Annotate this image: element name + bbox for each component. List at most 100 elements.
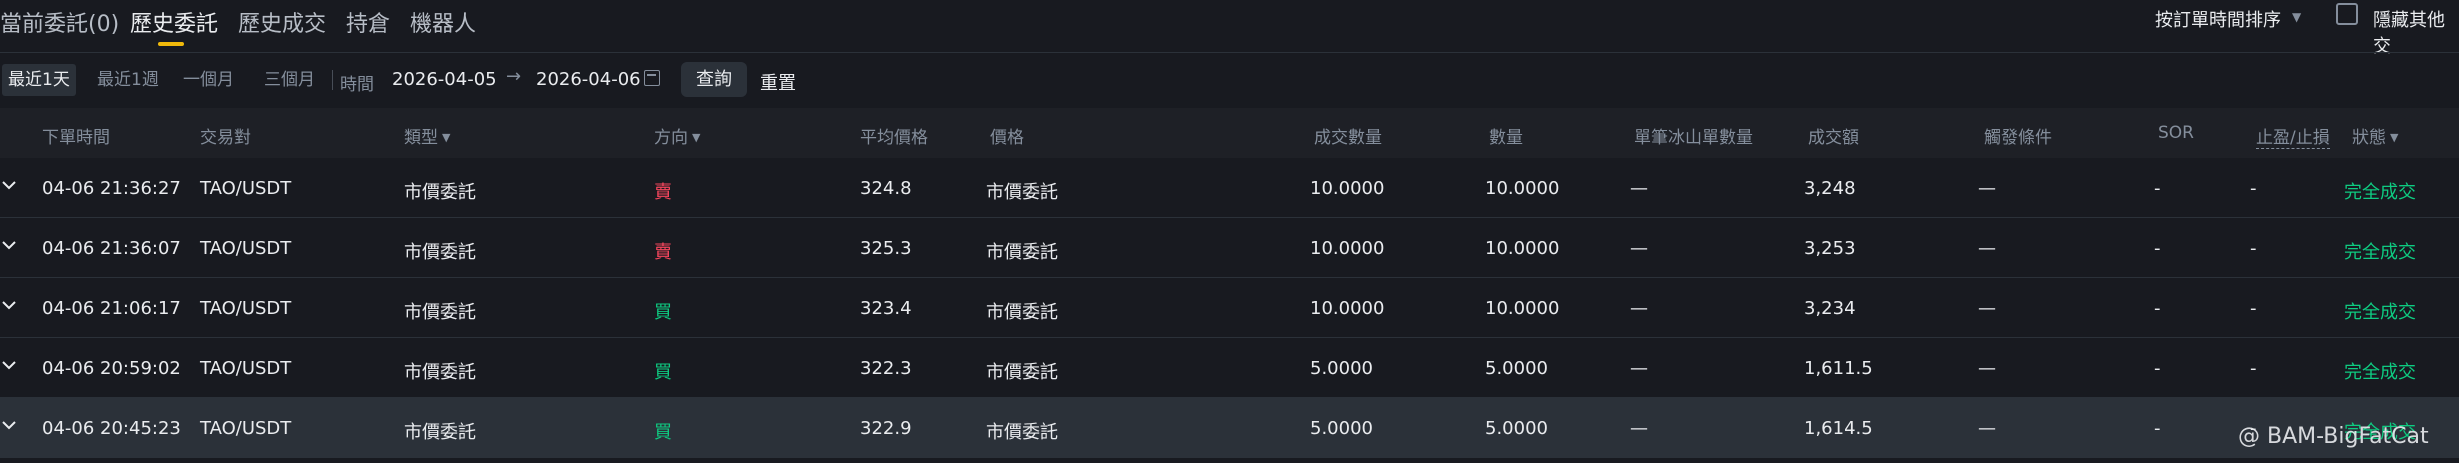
cell-amount: 5.0000 [1485, 418, 1548, 439]
cell-filled: 10.0000 [1310, 178, 1385, 199]
col-sor: SOR [2158, 123, 2194, 143]
chevron-down-icon[interactable] [0, 416, 18, 434]
cell-tpsl: - [2250, 358, 2257, 379]
cell-pair: TAO/USDT [200, 238, 292, 259]
cell-price: 市價委託 [986, 242, 1058, 263]
col-type[interactable]: 類型 ▼ [404, 123, 450, 148]
tab-open-orders[interactable]: 當前委託(0) [0, 6, 119, 38]
cell-avg-price: 322.9 [860, 418, 912, 439]
tab-order-history[interactable]: 歷史委託 [130, 6, 218, 38]
cell-type: 市價委託 [404, 422, 476, 443]
cell-amount: 5.0000 [1485, 358, 1548, 379]
cell-filled: 5.0000 [1310, 418, 1373, 439]
range-1m-button[interactable]: 一個月 [183, 64, 234, 96]
query-button[interactable]: 查詢 [681, 62, 747, 97]
cell-time: 04-06 20:59:02 [42, 358, 181, 379]
cell-status: 完全成交 [2344, 302, 2416, 323]
chevron-down-icon[interactable] [0, 176, 18, 194]
range-1w-button[interactable]: 最近1週 [97, 64, 159, 96]
cell-total: 3,234 [1804, 298, 1856, 319]
cell-price: 市價委託 [986, 362, 1058, 383]
col-total: 成交額 [1808, 128, 1859, 148]
cell-price: 市價委託 [986, 182, 1058, 203]
cell-sor: - [2154, 298, 2161, 319]
cell-side: 賣 [654, 242, 672, 263]
cell-filled: 5.0000 [1310, 358, 1373, 379]
cell-status: 完全成交 [2344, 182, 2416, 203]
table-row: 04-06 21:36:27 TAO/USDT 市價委託 賣 324.8 市價委… [0, 158, 2459, 218]
range-3m-button[interactable]: 三個月 [264, 64, 315, 96]
sort-select[interactable]: 按訂單時間排序 [2155, 6, 2281, 32]
cell-type: 市價委託 [404, 242, 476, 263]
cell-avg-price: 324.8 [860, 178, 912, 199]
cell-iceberg: — [1630, 178, 1648, 199]
cell-total: 1,614.5 [1804, 418, 1873, 439]
cell-amount: 10.0000 [1485, 298, 1560, 319]
col-avg-price: 平均價格 [860, 128, 928, 148]
table-row: 04-06 20:59:02 TAO/USDT 市價委託 買 322.3 市價委… [0, 338, 2459, 398]
cell-iceberg: — [1630, 418, 1648, 439]
cell-time: 04-06 21:06:17 [42, 298, 181, 319]
cell-sor: - [2154, 358, 2161, 379]
arrow-right-icon: → [506, 66, 522, 87]
col-type-label: 類型 [404, 128, 438, 148]
cell-sor: - [2154, 238, 2161, 259]
chevron-down-icon[interactable] [0, 236, 18, 254]
cell-side: 買 [654, 422, 672, 443]
hide-others-checkbox[interactable] [2336, 3, 2358, 25]
col-status[interactable]: 狀態 ▼ [2352, 123, 2398, 148]
chevron-down-icon[interactable] [0, 356, 18, 374]
start-date-input[interactable]: 2026-04-05 [392, 69, 497, 90]
cell-total: 3,248 [1804, 178, 1856, 199]
cell-iceberg: — [1630, 238, 1648, 259]
col-trigger: 觸發條件 [1984, 128, 2052, 148]
tab-trade-history[interactable]: 歷史成交 [238, 6, 326, 38]
calendar-icon[interactable] [644, 70, 660, 86]
active-tab-indicator [158, 42, 184, 46]
cell-trigger: — [1978, 418, 1996, 439]
col-price: 價格 [990, 128, 1024, 148]
col-tpsl: 止盈/止損 [2256, 123, 2330, 149]
end-date-input[interactable]: 2026-04-06 [536, 69, 641, 90]
cell-avg-price: 323.4 [860, 298, 912, 319]
cell-avg-price: 322.3 [860, 358, 912, 379]
cell-trigger: — [1978, 238, 1996, 259]
table-row: 04-06 21:06:17 TAO/USDT 市價委託 買 323.4 市價委… [0, 278, 2459, 338]
table-row: 04-06 21:36:07 TAO/USDT 市價委託 賣 325.3 市價委… [0, 218, 2459, 278]
caret-down-icon[interactable]: ▼ [442, 131, 450, 144]
cell-time: 04-06 20:45:23 [42, 418, 181, 439]
cell-iceberg: — [1630, 358, 1648, 379]
cell-time: 04-06 21:36:27 [42, 178, 181, 199]
range-1d-button[interactable]: 最近1天 [2, 64, 76, 96]
cell-sor: - [2154, 418, 2161, 439]
col-pair: 交易對 [200, 128, 251, 148]
cell-sor: - [2154, 178, 2161, 199]
col-amount: 數量 [1489, 128, 1523, 148]
cell-avg-price: 325.3 [860, 238, 912, 259]
tab-bots[interactable]: 機器人 [410, 6, 476, 38]
caret-down-icon[interactable]: ▼ [692, 131, 700, 144]
cell-side: 買 [654, 362, 672, 383]
cell-price: 市價委託 [986, 302, 1058, 323]
col-iceberg: 單筆冰山單數量 [1634, 128, 1753, 148]
col-filled: 成交數量 [1314, 128, 1382, 148]
cell-type: 市價委託 [404, 362, 476, 383]
cell-tpsl: - [2250, 178, 2257, 199]
chevron-down-icon[interactable] [0, 296, 18, 314]
cell-amount: 10.0000 [1485, 238, 1560, 259]
tab-positions[interactable]: 持倉 [346, 6, 390, 38]
caret-down-icon[interactable]: ▼ [2390, 131, 2398, 144]
cell-price: 市價委託 [986, 422, 1058, 443]
cell-pair: TAO/USDT [200, 178, 292, 199]
cell-pair: TAO/USDT [200, 298, 292, 319]
cell-status: 完全成交 [2344, 242, 2416, 263]
separator [332, 70, 333, 90]
cell-filled: 10.0000 [1310, 238, 1385, 259]
caret-down-icon[interactable]: ▼ [2292, 10, 2301, 24]
divider [0, 52, 2459, 53]
reset-button[interactable]: 重置 [760, 69, 796, 95]
hide-others-label: 隱藏其他交 [2373, 10, 2445, 57]
col-side[interactable]: 方向 ▼ [654, 123, 700, 148]
table-header [0, 108, 2459, 158]
watermark: @ BAM-BigFatCat [2238, 424, 2429, 449]
